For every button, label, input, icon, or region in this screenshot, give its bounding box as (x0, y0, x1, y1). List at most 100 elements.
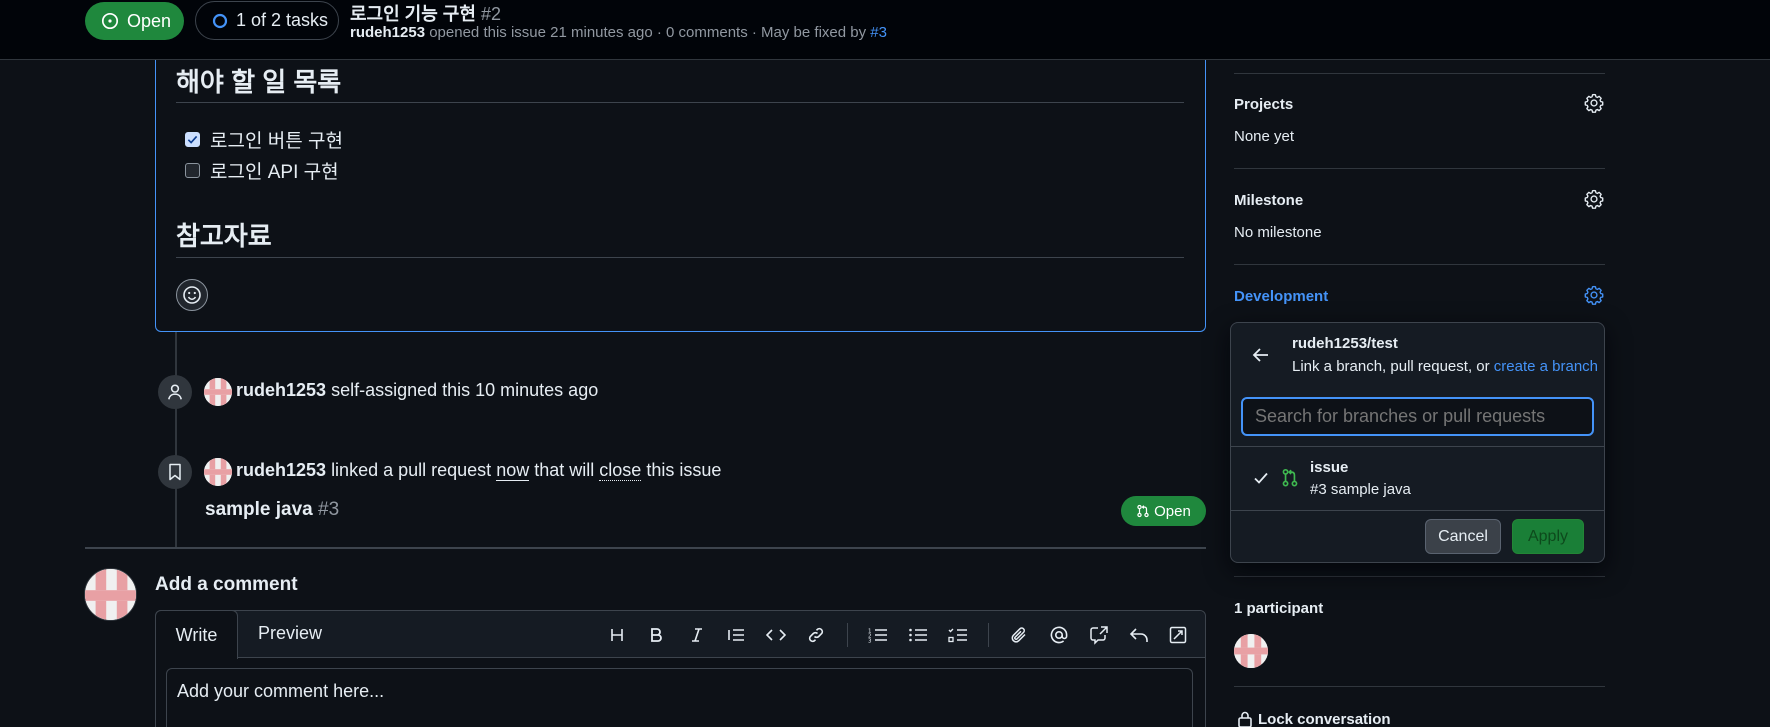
linked-pr-title[interactable]: sample java #3 (205, 499, 339, 521)
reference-heading: 참고자료 (176, 221, 272, 251)
reply-icon[interactable] (1126, 622, 1152, 648)
participant-avatar[interactable] (1234, 634, 1268, 668)
issue-author-link[interactable]: rudeh1253 (350, 24, 425, 41)
git-pull-request-icon (1282, 468, 1298, 487)
timeline-end-divider (85, 547, 1206, 549)
task-progress-label: 1 of 2 tasks (236, 10, 329, 30)
issue-number: #2 (480, 4, 501, 24)
italic-icon[interactable] (684, 622, 710, 648)
milestone-value: No milestone (1234, 224, 1322, 241)
mention-icon[interactable] (1046, 622, 1072, 648)
issue-opened-icon (101, 12, 119, 30)
projects-gear-icon[interactable] (1583, 92, 1605, 114)
issue-meta: rudeh1253 opened this issue 21 minutes a… (350, 24, 887, 41)
dropdown-divider (1231, 510, 1604, 511)
progress-circle-icon (212, 13, 228, 28)
avatar[interactable] (204, 458, 232, 486)
fullscreen-icon[interactable] (1165, 622, 1191, 648)
dropdown-item-branch[interactable]: issue (1310, 459, 1348, 476)
create-branch-link[interactable]: create a branch (1494, 358, 1598, 375)
event-text: self-assigned this 10 minutes ago (331, 380, 599, 400)
link-icon[interactable] (803, 622, 829, 648)
code-icon[interactable] (763, 622, 789, 648)
arrow-left-icon[interactable] (1250, 344, 1272, 366)
task-item[interactable]: 로그인 버튼 구현 (185, 126, 343, 153)
projects-value: None yet (1234, 128, 1295, 145)
timeline-event-linked-pr: rudeh1253 linked a pull request now that… (236, 460, 721, 481)
comment-textarea[interactable]: Add your comment here... (166, 668, 1193, 727)
divider (176, 102, 1184, 103)
event-text: that will (534, 460, 595, 480)
smiley-icon (183, 286, 201, 304)
task-label: 로그인 버튼 구현 (210, 131, 343, 152)
svg-text:3: 3 (868, 639, 872, 644)
task-label: 로그인 API 구현 (210, 162, 339, 183)
issue-title-text: 로그인 기능 구현 (350, 4, 476, 24)
add-comment-heading: Add a comment (155, 574, 298, 595)
projects-title: Projects (1234, 96, 1294, 113)
issue-state-label: Open (127, 10, 172, 31)
task-checkbox[interactable] (185, 163, 200, 178)
todo-heading: 해야 할 일 목록 (176, 67, 342, 97)
current-user-avatar[interactable] (84, 568, 137, 621)
sidebar-divider (1234, 576, 1605, 577)
event-text: linked a pull request (331, 460, 492, 480)
task-checkbox-checked[interactable] (185, 132, 200, 147)
task-item[interactable]: 로그인 API 구현 (185, 157, 339, 184)
pr-open-badge: Open (1121, 496, 1206, 526)
task-progress-pill[interactable]: 1 of 2 tasks (195, 1, 339, 40)
participants-title: 1 participant (1234, 600, 1324, 617)
toolbar-divider (847, 623, 848, 647)
dropdown-item-pr[interactable]: #3 sample java (1310, 481, 1411, 498)
lock-icon (1238, 711, 1252, 727)
branch-pr-search-input[interactable] (1241, 397, 1594, 436)
event-user-link[interactable]: rudeh1253 (236, 460, 326, 480)
sidebar-divider (1234, 686, 1605, 687)
event-text: this issue (646, 460, 722, 480)
quote-icon[interactable] (723, 622, 749, 648)
milestone-title: Milestone (1234, 192, 1304, 209)
bookmark-icon (158, 455, 192, 489)
timeline-line (175, 332, 177, 547)
timeline-event-assigned: rudeh1253 self-assigned this 10 minutes … (236, 380, 598, 401)
development-gear-icon[interactable] (1583, 284, 1605, 306)
pr-number: #3 (318, 499, 340, 520)
event-time-link[interactable]: now (496, 460, 530, 481)
ordered-list-icon[interactable]: 123 (865, 622, 891, 648)
add-reaction-button[interactable] (176, 279, 208, 311)
dropdown-repo-name: rudeh1253/test (1292, 335, 1398, 352)
event-user-link[interactable]: rudeh1253 (236, 380, 326, 400)
divider (176, 257, 1184, 258)
development-title[interactable]: Development (1234, 288, 1328, 305)
apply-button[interactable]: Apply (1512, 519, 1584, 554)
paperclip-icon[interactable] (1006, 622, 1032, 648)
heading-icon[interactable] (604, 622, 630, 648)
close-keyword[interactable]: close (599, 460, 642, 481)
cancel-button[interactable]: Cancel (1425, 519, 1501, 554)
fixed-by-pr-link[interactable]: #3 (870, 24, 887, 41)
person-icon (158, 375, 192, 409)
sidebar-divider (1234, 168, 1605, 169)
task-list-icon[interactable] (945, 622, 971, 648)
toolbar-divider (988, 623, 989, 647)
check-icon (1254, 472, 1268, 484)
tab-preview[interactable]: Preview (258, 623, 322, 644)
cross-reference-icon[interactable] (1086, 622, 1112, 648)
bold-icon[interactable] (643, 622, 669, 648)
dropdown-description: Link a branch, pull request, or create a… (1292, 358, 1598, 375)
git-pull-request-icon (1137, 504, 1149, 518)
tab-write[interactable]: Write (155, 610, 238, 659)
dropdown-divider (1231, 446, 1604, 447)
issue-state-badge: Open (85, 2, 184, 40)
sidebar-divider (1234, 264, 1605, 265)
comment-placeholder: Add your comment here... (177, 681, 385, 701)
sidebar-divider (1234, 73, 1605, 74)
unordered-list-icon[interactable] (905, 622, 931, 648)
dropdown-desc-text: Link a branch, pull request, or (1292, 358, 1490, 375)
issue-meta-text: opened this issue 21 minutes ago · 0 com… (429, 24, 867, 41)
avatar[interactable] (204, 378, 232, 406)
lock-conversation-link[interactable]: Lock conversation (1258, 711, 1391, 727)
pr-state-label: Open (1154, 502, 1191, 520)
milestone-gear-icon[interactable] (1583, 188, 1605, 210)
pr-title-text[interactable]: sample java (205, 499, 313, 520)
